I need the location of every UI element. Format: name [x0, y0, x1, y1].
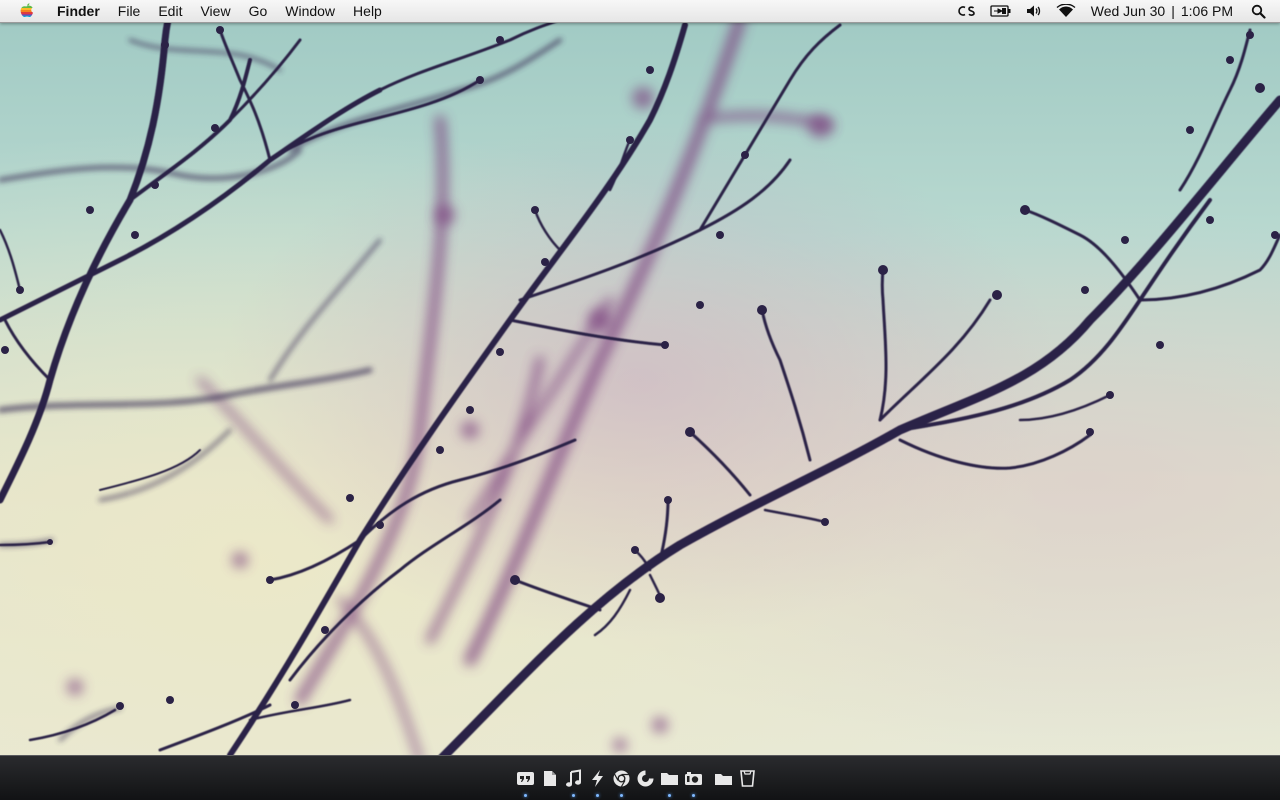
music-note-icon — [566, 769, 581, 787]
menu-finder[interactable]: Finder — [48, 0, 109, 22]
refresh-icon — [637, 770, 654, 787]
running-indicator — [692, 794, 695, 797]
creative-suite-icon[interactable] — [958, 0, 976, 22]
running-indicator — [572, 794, 575, 797]
menu-go[interactable]: Go — [240, 0, 277, 22]
dock-item-quote[interactable] — [515, 769, 536, 797]
wallpaper-image — [0, 14, 1280, 765]
menu-help[interactable]: Help — [344, 0, 391, 22]
quote-icon — [517, 772, 534, 785]
dock-item-camera[interactable] — [683, 769, 704, 797]
dock-item-chrome[interactable] — [611, 769, 632, 797]
menu-bar: Finder File Edit View Go Window Help Wed… — [0, 0, 1280, 23]
status-area: Wed Jun 30 | 1:06 PM — [951, 0, 1280, 22]
dock — [0, 755, 1280, 800]
dock-item-document[interactable] — [539, 769, 560, 791]
spotlight-search-icon[interactable] — [1251, 0, 1266, 22]
menu-window[interactable]: Window — [276, 0, 344, 22]
dock-item-finder-folder[interactable] — [659, 769, 680, 797]
wifi-icon[interactable] — [1056, 0, 1076, 22]
document-icon — [544, 771, 556, 786]
running-indicator — [620, 794, 623, 797]
dock-item-itunes[interactable] — [563, 769, 584, 797]
battery-icon[interactable] — [990, 0, 1012, 22]
folder-icon — [661, 773, 678, 785]
clock-separator: | — [1171, 3, 1175, 19]
menu-file[interactable]: File — [109, 0, 150, 22]
running-indicator — [668, 794, 671, 797]
folder-icon — [715, 774, 732, 785]
trash-icon — [740, 770, 755, 787]
dock-item-refresh[interactable] — [635, 769, 656, 791]
chrome-icon — [613, 770, 630, 787]
dock-item-downloads-folder[interactable] — [713, 769, 734, 791]
clock-date: Wed Jun 30 — [1090, 3, 1166, 19]
desktop[interactable]: Finder File Edit View Go Window Help Wed… — [0, 0, 1280, 800]
running-indicator — [596, 794, 599, 797]
camera-icon — [685, 772, 702, 785]
dock-item-lightning[interactable] — [587, 769, 608, 797]
lightning-icon — [592, 770, 603, 787]
volume-icon[interactable] — [1026, 0, 1042, 22]
menu-view[interactable]: View — [191, 0, 239, 22]
clock-time: 1:06 PM — [1180, 3, 1233, 19]
dock-item-trash[interactable] — [737, 769, 758, 791]
clock[interactable]: Wed Jun 30 | 1:06 PM — [1083, 3, 1241, 19]
menu-edit[interactable]: Edit — [149, 0, 191, 22]
running-indicator — [524, 794, 527, 797]
apple-logo-icon[interactable] — [18, 2, 36, 20]
dock-items — [515, 769, 758, 797]
